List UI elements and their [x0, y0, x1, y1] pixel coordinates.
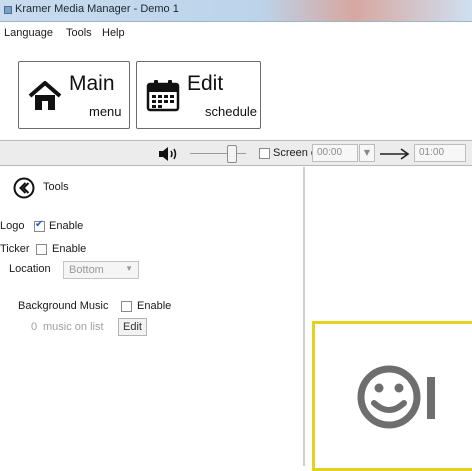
- smiley-logo-icon: [357, 365, 435, 429]
- volume-slider[interactable]: [190, 145, 246, 163]
- edit-button-sublabel: schedule: [205, 104, 258, 119]
- background-music-enable-checkbox[interactable]: [121, 301, 132, 312]
- preview-panel: [305, 167, 472, 471]
- tools-header: Tools: [43, 181, 69, 193]
- background-music-label: Background Music: [18, 300, 109, 312]
- location-label: Location: [9, 263, 51, 275]
- screen-off-checkbox[interactable]: [259, 148, 270, 159]
- end-time-field[interactable]: 01:00: [414, 144, 466, 162]
- chevron-down-icon: ▼: [125, 264, 133, 273]
- main-menu-button[interactable]: Main menu: [18, 61, 130, 129]
- logo-enable-label: Enable: [49, 220, 84, 232]
- menu-language[interactable]: Language: [4, 27, 53, 39]
- back-circle-icon: [13, 177, 35, 199]
- main-button-label: Main: [69, 72, 115, 95]
- tools-panel: Tools Logo Enable Ticker Enable Location…: [0, 167, 303, 466]
- menu-tools[interactable]: Tools: [66, 27, 92, 39]
- home-icon: [28, 81, 62, 110]
- main-button-sublabel: menu: [89, 104, 122, 119]
- background-music-enable-label: Enable: [137, 300, 172, 312]
- title-bar: Kramer Media Manager - Demo 1: [0, 0, 472, 22]
- back-button[interactable]: [13, 177, 35, 199]
- app-icon: [4, 6, 12, 14]
- volume-thumb[interactable]: [227, 145, 237, 163]
- location-select[interactable]: Bottom ▼: [63, 261, 139, 279]
- volume-track: [190, 153, 246, 154]
- speaker-icon: [159, 147, 177, 161]
- ticker-enable-checkbox[interactable]: [36, 244, 47, 255]
- start-time-dropdown[interactable]: ▼: [359, 144, 375, 162]
- arrow-right-icon: [380, 148, 410, 160]
- music-count: 0: [31, 321, 38, 333]
- menu-help[interactable]: Help: [102, 27, 125, 39]
- location-value: Bottom: [69, 264, 104, 276]
- logo-label: Logo: [0, 220, 25, 232]
- edit-button-label: Edit: [187, 72, 224, 95]
- music-count-label: music on list: [43, 321, 104, 333]
- music-edit-button[interactable]: Edit: [118, 318, 147, 336]
- ticker-label: Ticker: [0, 243, 30, 255]
- calendar-icon: [146, 80, 180, 112]
- playback-toolbar: Screen off 00:00 ▼ 01:00: [0, 140, 472, 166]
- ticker-enable-label: Enable: [52, 243, 87, 255]
- window-title: Kramer Media Manager - Demo 1: [15, 3, 179, 15]
- preview-frame: [312, 321, 472, 471]
- logo-enable-checkbox[interactable]: [34, 219, 45, 232]
- start-time-field[interactable]: 00:00: [312, 144, 358, 162]
- edit-schedule-button[interactable]: Edit schedule: [136, 61, 261, 129]
- menu-bar: Language Tools Help: [0, 23, 472, 45]
